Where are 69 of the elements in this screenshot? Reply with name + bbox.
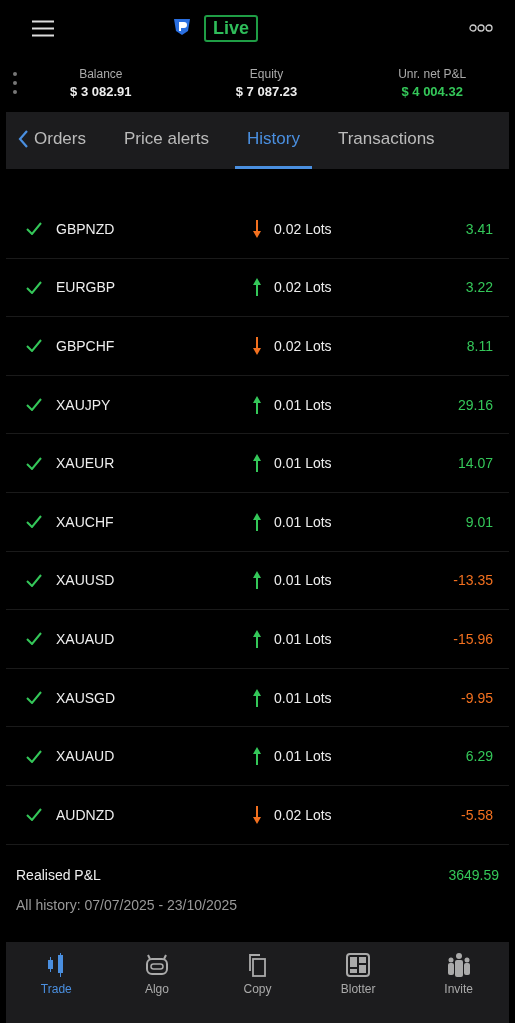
summary-label: Equity: [249, 67, 284, 81]
lots-text: 0.02 Lots: [274, 279, 333, 296]
vertical-dots-icon[interactable]: [12, 71, 18, 95]
symbol-text: XAUJPY: [56, 396, 112, 413]
check-icon: [26, 515, 42, 529]
live-badge: Live: [204, 14, 259, 42]
check-icon: [26, 398, 42, 412]
lots-text: 0.01 Lots: [274, 689, 333, 706]
grid-icon: [345, 951, 372, 978]
symbol-text: XAUCHF: [56, 513, 115, 530]
summary-value: $ 3 082.91: [70, 84, 132, 99]
nav-item[interactable]: Algo: [106, 951, 208, 996]
realised-value: 3649.59: [448, 866, 499, 883]
symbol-text: GBPNZD: [56, 220, 116, 237]
tab[interactable]: Orders: [6, 112, 98, 169]
pnl-value: 8.11: [466, 338, 493, 354]
check-icon: [26, 222, 42, 236]
tab[interactable]: History: [235, 112, 312, 169]
lots-text: 0.02 Lots: [274, 220, 333, 237]
symbol-text: GBPCHF: [56, 338, 116, 354]
symbol-text: EURGBP: [56, 279, 117, 296]
pnl-value: 14.07: [457, 455, 493, 472]
pnl-value: 3.22: [465, 279, 493, 296]
check-icon: [26, 456, 42, 470]
symbol-text: AUDNZD: [56, 806, 116, 823]
check-icon: [26, 280, 42, 294]
lots-text: 0.02 Lots: [274, 338, 333, 354]
summary-label: Balance: [79, 67, 123, 81]
lots-text: 0.01 Lots: [274, 630, 333, 647]
more-icon[interactable]: [469, 24, 493, 32]
pnl-value: -15.96: [453, 630, 493, 647]
pnl-value: 3.41: [465, 220, 493, 237]
tab[interactable]: Price alerts: [111, 112, 221, 169]
check-icon: [26, 749, 42, 763]
check-icon: [26, 691, 42, 705]
check-icon: [26, 339, 42, 353]
lots-text: 0.01 Lots: [274, 513, 333, 530]
lots-text: 0.01 Lots: [274, 455, 333, 472]
pnl-value: -13.35: [453, 572, 493, 589]
lots-text: 0.01 Lots: [274, 396, 333, 413]
realised-label: Realised P&L: [16, 866, 101, 883]
symbol-text: XAUSGD: [56, 689, 117, 706]
pnl-value: -9.95: [461, 689, 493, 706]
nav-item[interactable]: Invite: [408, 951, 509, 996]
nav-item[interactable]: Blotter: [307, 951, 409, 996]
pnl-value: 9.01: [465, 513, 493, 530]
back-chevron-icon[interactable]: [18, 130, 28, 148]
nav-item[interactable]: Trade: [6, 951, 107, 996]
tab[interactable]: Transactions: [325, 112, 447, 169]
symbol-text: XAUAUD: [56, 630, 116, 647]
symbol-text: XAUAUD: [56, 748, 116, 765]
menu-icon[interactable]: [32, 19, 54, 37]
people-icon: [445, 951, 472, 978]
pnl-value: 29.16: [457, 396, 493, 413]
check-icon: [26, 808, 42, 822]
lots-text: 0.02 Lots: [274, 806, 333, 823]
nav-item[interactable]: Copy: [207, 951, 308, 996]
lots-text: 0.01 Lots: [274, 572, 333, 589]
symbol-text: XAUEUR: [56, 455, 116, 472]
check-icon: [26, 632, 42, 646]
check-icon: [26, 573, 42, 587]
symbol-text: XAUUSD: [56, 572, 116, 589]
pnl-value: 6.29: [465, 748, 493, 765]
summary-value: $ 7 087.23: [235, 84, 298, 99]
history-range: All history: 07/07/2025 - 23/10/2025: [16, 896, 239, 913]
summary-value: $ 4 004.32: [401, 84, 463, 99]
summary-label: Unr. net P&L: [398, 67, 467, 81]
lots-text: 0.01 Lots: [274, 748, 333, 765]
pnl-value: -5.58: [461, 806, 493, 823]
